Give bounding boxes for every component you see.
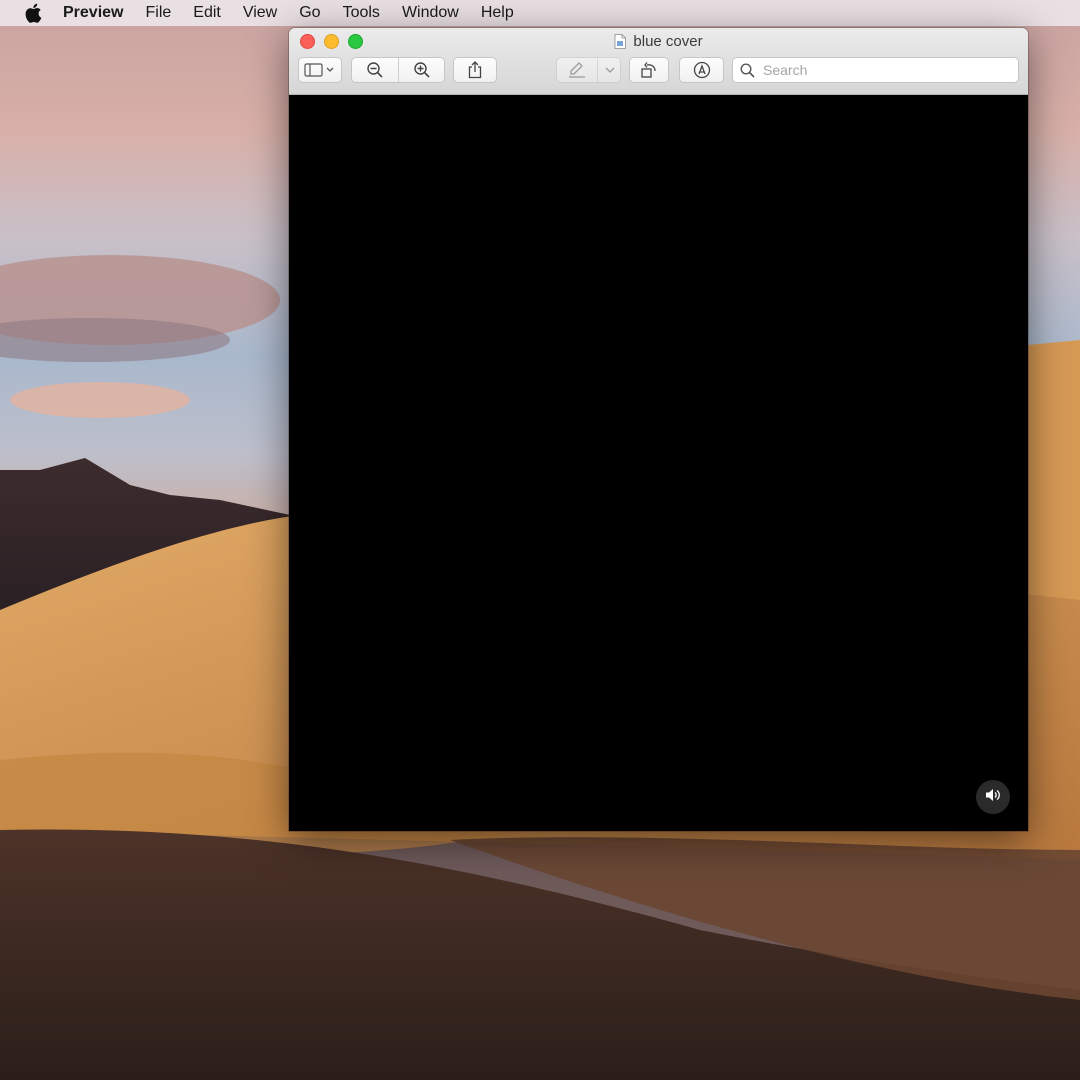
highlighter-icon bbox=[567, 61, 587, 79]
document-icon bbox=[614, 34, 627, 49]
highlight-menu-button[interactable] bbox=[598, 58, 621, 82]
menu-go[interactable]: Go bbox=[299, 4, 320, 22]
window-title-text: blue cover bbox=[633, 33, 703, 50]
preview-window: blue cover bbox=[289, 28, 1028, 831]
highlight-button[interactable] bbox=[557, 58, 597, 82]
share-button[interactable] bbox=[453, 57, 497, 83]
menu-edit[interactable]: Edit bbox=[193, 4, 221, 22]
highlight-control bbox=[556, 57, 621, 83]
window-toolbar: blue cover bbox=[289, 28, 1028, 95]
speaker-icon bbox=[985, 788, 1001, 807]
menu-window[interactable]: Window bbox=[402, 4, 459, 22]
apple-logo-icon[interactable] bbox=[21, 1, 45, 25]
markup-button[interactable] bbox=[679, 57, 724, 83]
menu-file[interactable]: File bbox=[145, 4, 171, 22]
rotate-button[interactable] bbox=[629, 57, 669, 83]
document-viewer bbox=[289, 95, 1028, 831]
zoom-in-icon bbox=[413, 61, 431, 79]
rotate-icon bbox=[639, 61, 659, 79]
menu-tools[interactable]: Tools bbox=[343, 4, 380, 22]
share-icon bbox=[467, 61, 483, 79]
search-field[interactable] bbox=[732, 57, 1019, 83]
search-icon bbox=[740, 62, 755, 78]
window-title: blue cover bbox=[289, 33, 1028, 50]
sidebar-icon bbox=[304, 63, 336, 77]
zoom-out-button[interactable] bbox=[352, 58, 398, 82]
search-input[interactable] bbox=[761, 61, 1005, 79]
chevron-down-icon bbox=[605, 66, 615, 74]
menu-view[interactable]: View bbox=[243, 4, 277, 22]
zoom-out-icon bbox=[366, 61, 384, 79]
menu-app-name[interactable]: Preview bbox=[63, 4, 123, 22]
menu-bar: Preview File Edit View Go Tools Window H… bbox=[0, 0, 1080, 26]
menu-help[interactable]: Help bbox=[481, 4, 514, 22]
zoom-segmented-control bbox=[351, 57, 445, 83]
sidebar-button[interactable] bbox=[298, 57, 342, 83]
zoom-in-button[interactable] bbox=[399, 58, 445, 82]
audio-button[interactable] bbox=[976, 780, 1010, 814]
markup-icon bbox=[693, 61, 711, 79]
